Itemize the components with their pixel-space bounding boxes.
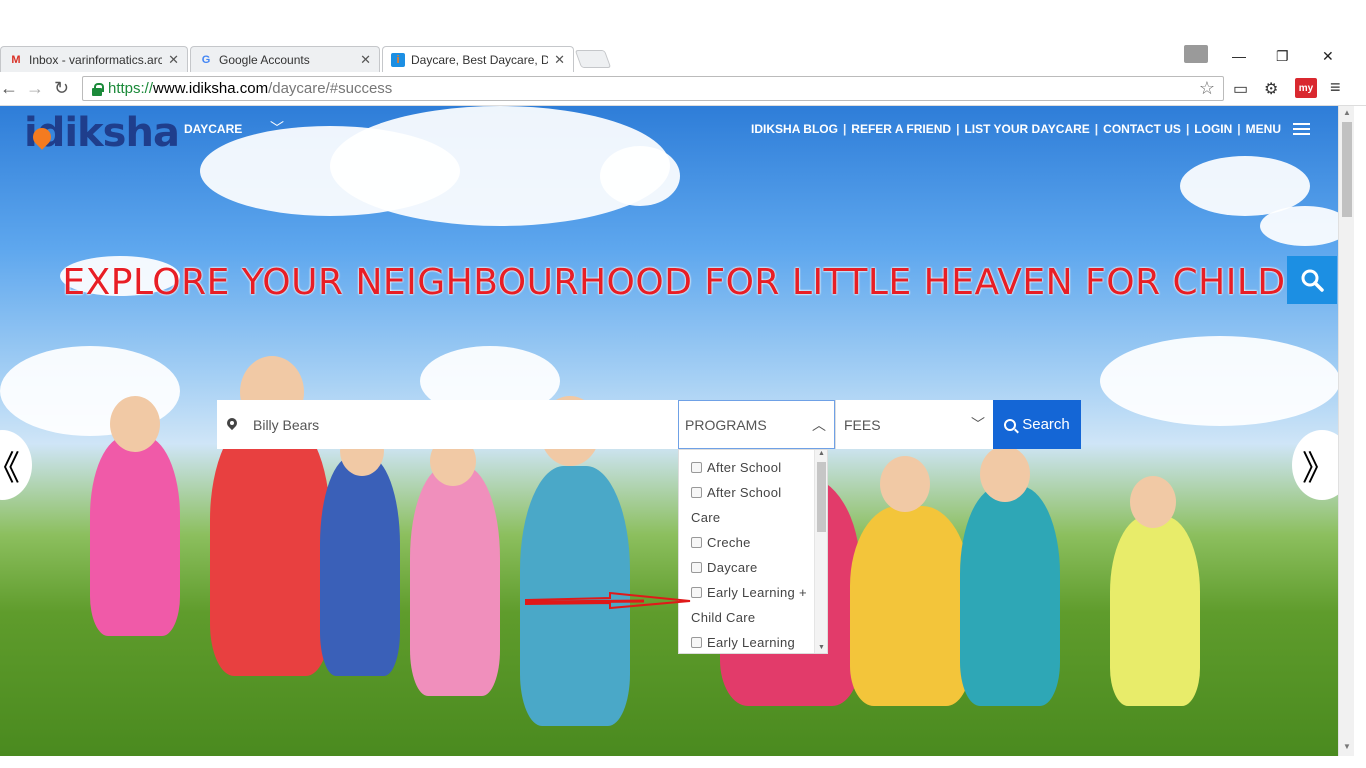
scroll-down-icon[interactable]: ▼ — [1343, 742, 1351, 751]
fees-label: FEES — [844, 416, 881, 433]
lock-icon — [91, 82, 104, 96]
chevron-down-icon[interactable]: ﹀ — [270, 118, 284, 138]
tab-google-accounts[interactable]: G Google Accounts ✕ — [190, 46, 380, 72]
close-icon[interactable]: ✕ — [554, 52, 565, 68]
program-option-early-learning-child-care[interactable]: Early Learning + Child Care — [691, 580, 813, 630]
address-bar[interactable]: https:// www.idiksha.com /daycare/#succe… — [82, 76, 1224, 101]
forward-icon[interactable]: → — [26, 78, 44, 99]
browser-toolbar: ← → ↻ https:// www.idiksha.com /daycare/… — [0, 72, 1366, 106]
chevron-up-icon: ︿ — [812, 417, 826, 433]
carousel-next-button[interactable]: 》 — [1292, 430, 1338, 500]
page-viewport: idiksha DAYCARE ﹀ IDIKSHA BLOG | REFER A … — [0, 106, 1338, 756]
checkbox[interactable] — [691, 462, 702, 473]
bookmark-star-icon[interactable]: ☆ — [1199, 78, 1215, 99]
url-scheme: https:// — [108, 80, 154, 97]
new-tab-button[interactable] — [574, 50, 612, 68]
google-icon: G — [201, 53, 211, 66]
search-button-label: Search — [1022, 416, 1070, 433]
program-option-daycare[interactable]: Daycare — [691, 555, 813, 580]
nav-login[interactable]: LOGIN — [1189, 122, 1237, 136]
top-nav: IDIKSHA BLOG | REFER A FRIEND | LIST YOUR … — [746, 122, 1286, 136]
hero-headline: EXPLORE YOUR NEIGHBOURHOOD FOR LITTLE HE… — [62, 262, 1286, 303]
location-value: Billy Bears — [253, 416, 320, 433]
gmail-icon: M — [11, 53, 21, 66]
my-extension-icon[interactable]: my — [1295, 78, 1317, 98]
window-top — [0, 0, 1366, 44]
location-search-input[interactable]: Billy Bears — [217, 400, 678, 449]
search-icon — [1301, 269, 1324, 292]
checkbox[interactable] — [691, 562, 702, 573]
page-bottom-strip — [0, 756, 1366, 768]
program-option-early-learning[interactable]: Early Learning — [691, 630, 813, 653]
cast-icon[interactable]: ▭ — [1233, 79, 1248, 99]
search-button[interactable]: Search — [993, 400, 1081, 449]
reload-icon[interactable]: ↻ — [54, 78, 69, 99]
chevron-right-icon: 》 — [1302, 449, 1336, 488]
scroll-down-icon[interactable]: ▼ — [818, 644, 825, 651]
nav-idiksha-blog[interactable]: IDIKSHA BLOG — [746, 122, 843, 136]
programs-dropdown: After School After School Care Creche Da… — [678, 449, 828, 654]
fees-select[interactable]: FEES ﹀ — [835, 400, 993, 449]
search-fab-button[interactable] — [1287, 256, 1337, 304]
tab-idiksha[interactable]: i Daycare, Best Daycare, Day ✕ — [382, 46, 574, 72]
annotation-arrow-icon — [525, 592, 691, 610]
tab-gmail[interactable]: M Inbox - varinformatics.arch ✕ — [0, 46, 188, 72]
chrome-menu-icon[interactable]: ≡ — [1330, 77, 1341, 98]
nav-daycare[interactable]: DAYCARE — [184, 122, 242, 136]
url-path: /daycare/#success — [268, 80, 393, 97]
url-host: www.idiksha.com — [153, 80, 269, 97]
scroll-up-icon[interactable]: ▲ — [1343, 108, 1351, 117]
chevron-down-icon: ﹀ — [971, 416, 985, 432]
close-icon[interactable]: ✕ — [168, 52, 179, 68]
nav-menu[interactable]: MENU — [1241, 122, 1286, 136]
gear-icon[interactable]: ⚙ — [1264, 79, 1278, 99]
programs-select[interactable]: PROGRAMS ︿ — [678, 400, 835, 449]
profile-icon[interactable] — [1184, 45, 1208, 63]
carousel-prev-button[interactable]: 《 — [0, 430, 32, 500]
tab-strip: M Inbox - varinformatics.arch ✕ G Google… — [0, 44, 1366, 72]
back-icon[interactable]: ← — [0, 78, 18, 99]
program-option-after-school-care[interactable]: After School Care — [691, 480, 813, 530]
program-option-after-school[interactable]: After School — [691, 455, 813, 480]
tab-title: Google Accounts — [219, 52, 310, 67]
map-pin-icon — [227, 418, 237, 432]
nav-list-your-daycare[interactable]: LIST YOUR DAYCARE — [959, 122, 1094, 136]
page-scrollbar[interactable]: ▲ ▼ — [1338, 106, 1354, 756]
page-scroll-thumb[interactable] — [1342, 122, 1352, 217]
checkbox[interactable] — [691, 537, 702, 548]
close-window-icon[interactable]: ✕ — [1322, 48, 1334, 65]
programs-label: PROGRAMS — [685, 416, 767, 433]
dropdown-scroll-thumb[interactable] — [817, 462, 826, 532]
minimize-icon[interactable]: — — [1232, 48, 1246, 64]
chevron-left-icon: 《 — [0, 441, 20, 490]
hamburger-icon[interactable] — [1293, 123, 1310, 135]
restore-icon[interactable]: ❐ — [1276, 48, 1289, 65]
checkbox[interactable] — [691, 637, 702, 648]
search-icon — [1004, 418, 1017, 431]
dropdown-scrollbar[interactable]: ▲ ▼ — [814, 450, 827, 653]
tab-title: Inbox - varinformatics.arch — [29, 52, 163, 67]
program-option-creche[interactable]: Creche — [691, 530, 813, 555]
nav-refer-a-friend[interactable]: REFER A FRIEND — [846, 122, 956, 136]
checkbox[interactable] — [691, 487, 702, 498]
nav-contact-us[interactable]: CONTACT US — [1098, 122, 1186, 136]
idiksha-icon: i — [391, 52, 405, 67]
close-icon[interactable]: ✕ — [360, 52, 371, 68]
tab-title: Daycare, Best Daycare, Day — [411, 52, 549, 67]
scroll-up-icon[interactable]: ▲ — [818, 450, 825, 457]
